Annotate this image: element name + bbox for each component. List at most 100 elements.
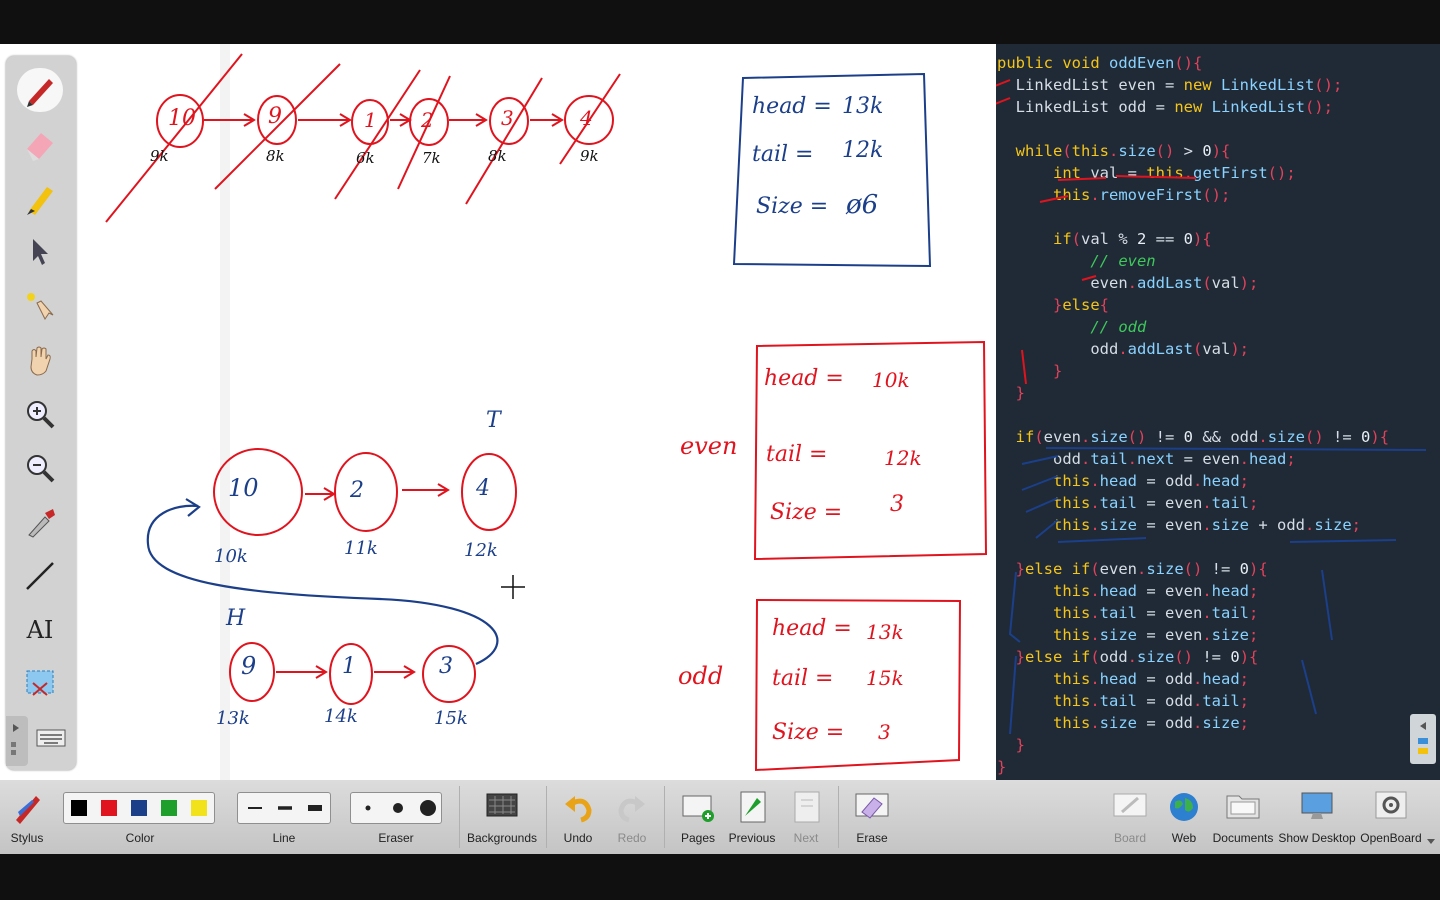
even-node-value: 2: [350, 478, 364, 503]
color-swatch-yellow[interactable]: [191, 800, 207, 816]
even-node-addr: 11k: [344, 538, 378, 559]
undo-button[interactable]: Undo: [552, 780, 604, 854]
line-label: Line: [272, 831, 296, 845]
eraser-label: Eraser: [378, 831, 414, 845]
main-size-value: ø6: [846, 190, 879, 220]
board-icon: [1113, 793, 1147, 817]
eraser-group: Eraser: [349, 780, 443, 854]
top-node-value: 10: [168, 106, 196, 131]
top-node-addr: 7k: [422, 149, 441, 167]
next-icon: [794, 791, 820, 823]
odd-tail-label: tail =: [772, 666, 834, 691]
stylus-button[interactable]: Stylus: [0, 780, 54, 854]
previous-icon: [740, 791, 766, 823]
redo-label: Redo: [617, 831, 647, 845]
next-button[interactable]: Next: [780, 780, 832, 854]
erase-button[interactable]: Erase: [846, 780, 898, 854]
previous-button[interactable]: Previous: [726, 780, 778, 854]
top-node-value: 1: [364, 108, 377, 132]
redo-button[interactable]: Redo: [606, 780, 658, 854]
text-tool-glyph: AI: [26, 616, 54, 644]
line-width-options: [237, 792, 331, 824]
even-list-label: even: [680, 432, 738, 460]
eraser-medium-icon: [393, 803, 403, 813]
page-shadow-strip: [220, 44, 230, 780]
capture-icon[interactable]: [17, 662, 63, 706]
odd-node-value: 1: [342, 654, 356, 679]
color-swatch-blue[interactable]: [131, 800, 147, 816]
code-annotations: [996, 79, 1427, 735]
even-head-value: 10k: [872, 368, 910, 392]
undo-icon: [565, 796, 592, 823]
pointer-icon[interactable]: [17, 230, 63, 274]
color-swatch-green[interactable]: [161, 800, 177, 816]
even-node-value: 10: [228, 474, 259, 502]
web-label: Web: [1171, 831, 1197, 845]
top-node-addr: 8k: [266, 147, 285, 165]
color-group: Color: [62, 780, 218, 854]
erase-icon: [855, 793, 889, 819]
odd-head-label: head =: [772, 616, 852, 641]
eraser-icon[interactable]: [17, 122, 63, 166]
keyboard-icon[interactable]: [28, 716, 74, 760]
documents-icon: [1226, 795, 1260, 819]
show-desktop-label: Show Desktop: [1278, 831, 1356, 845]
eraser-large-icon: [420, 800, 436, 816]
pages-button[interactable]: Pages: [672, 780, 724, 854]
hand-icon[interactable]: [17, 338, 63, 382]
laser-pointer-icon[interactable]: [17, 284, 63, 328]
palette-collapse-button[interactable]: [6, 716, 28, 766]
line-icon[interactable]: [17, 554, 63, 598]
documents-button[interactable]: Documents: [1212, 780, 1274, 854]
color-swatch-red[interactable]: [101, 800, 117, 816]
even-node-addr: 10k: [214, 546, 248, 567]
even-size-label: Size =: [770, 500, 843, 525]
top-node-addr: 8k: [488, 147, 507, 165]
whiteboard-canvas[interactable]: 10 9 1 2 3 4 9k 8k 6k 7k 8k 9k head = 13…: [0, 44, 996, 780]
eraser-small-icon: [365, 805, 371, 811]
marker-icon[interactable]: [17, 176, 63, 220]
desktop-icon: [1301, 792, 1333, 819]
board-label: Board: [1113, 831, 1147, 845]
board-button[interactable]: Board: [1104, 780, 1156, 854]
openboard-label: OpenBoard: [1360, 831, 1422, 845]
zoom-in-icon[interactable]: [17, 392, 63, 436]
web-button[interactable]: Web: [1158, 780, 1210, 854]
code-scroll-handle[interactable]: [1410, 714, 1436, 764]
main-size-label: Size =: [756, 194, 829, 219]
color-label: Color: [125, 831, 155, 845]
even-size-value: 3: [890, 492, 904, 517]
openboard-menu-button[interactable]: OpenBoard: [1358, 780, 1424, 854]
text-icon[interactable]: AI: [17, 608, 63, 652]
color-picker-icon[interactable]: [17, 500, 63, 544]
even-tail-marker: T: [486, 408, 501, 433]
pen-icon[interactable]: [17, 68, 63, 112]
even-tail-label: tail =: [766, 442, 828, 467]
link-curve: [146, 504, 499, 666]
odd-list-label: odd: [678, 662, 724, 690]
previous-label: Previous: [728, 831, 776, 845]
tool-palette: AI: [6, 56, 76, 770]
redo-icon: [618, 796, 645, 823]
color-swatch-black[interactable]: [71, 800, 87, 816]
odd-size-label: Size =: [772, 720, 845, 745]
documents-label: Documents: [1212, 831, 1274, 845]
chevron-down-icon[interactable]: [1426, 838, 1436, 846]
backgrounds-button[interactable]: Backgrounds: [462, 780, 542, 854]
zoom-out-icon[interactable]: [17, 446, 63, 490]
main-head-value: 13k: [842, 94, 884, 119]
odd-tail-value: 15k: [866, 666, 904, 690]
top-node-addr: 6k: [356, 149, 375, 167]
odd-head-value: 13k: [866, 620, 904, 644]
stylus-label: Stylus: [10, 831, 44, 845]
line-group: Line: [236, 780, 332, 854]
show-desktop-button[interactable]: Show Desktop: [1278, 780, 1356, 854]
code-panel: public void oddEven(){ LinkedList even =…: [996, 44, 1440, 780]
even-node-value: 4: [476, 476, 490, 501]
strike-lines: [105, 53, 621, 223]
bottom-toolbar: Stylus Color Line Eraser Backgrounds Und…: [0, 780, 1440, 854]
link-curve-arrowhead: [185, 498, 201, 517]
odd-node-value: 9: [241, 652, 257, 680]
odd-node-addr: 15k: [434, 708, 468, 729]
odd-node-addr: 13k: [216, 708, 250, 729]
